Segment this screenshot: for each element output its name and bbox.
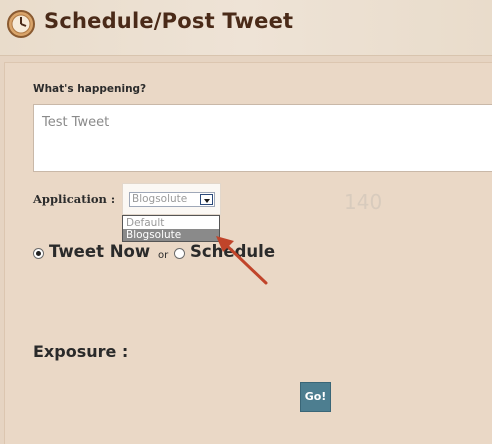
tweet-input[interactable]: Test Tweet xyxy=(33,104,492,172)
application-select-value: Blogsolute xyxy=(132,193,188,205)
page-title: Schedule/Post Tweet xyxy=(44,9,294,33)
char-counter: 140 xyxy=(344,190,383,214)
clock-icon xyxy=(7,10,35,38)
chevron-down-icon[interactable] xyxy=(200,194,213,205)
tweet-now-radio[interactable] xyxy=(33,248,44,259)
tweet-now-label[interactable]: Tweet Now xyxy=(49,242,150,261)
schedule-radio[interactable] xyxy=(174,248,185,259)
application-select[interactable]: Blogsolute xyxy=(129,192,215,207)
page-header: Schedule/Post Tweet xyxy=(0,0,492,56)
happening-label: What's happening? xyxy=(33,83,147,95)
exposure-label: Exposure : xyxy=(33,342,129,361)
dropdown-option-blogsolute[interactable]: Blogsolute xyxy=(123,229,219,241)
application-dropdown: Default Blogsolute xyxy=(122,215,220,242)
application-label: Application : xyxy=(33,192,116,206)
application-select-wrapper: Blogsolute xyxy=(122,183,221,215)
dropdown-option-default[interactable]: Default xyxy=(123,217,219,229)
go-button[interactable]: Go! xyxy=(300,382,331,412)
annotation-arrow-icon xyxy=(216,236,268,285)
or-label: or xyxy=(158,250,169,261)
